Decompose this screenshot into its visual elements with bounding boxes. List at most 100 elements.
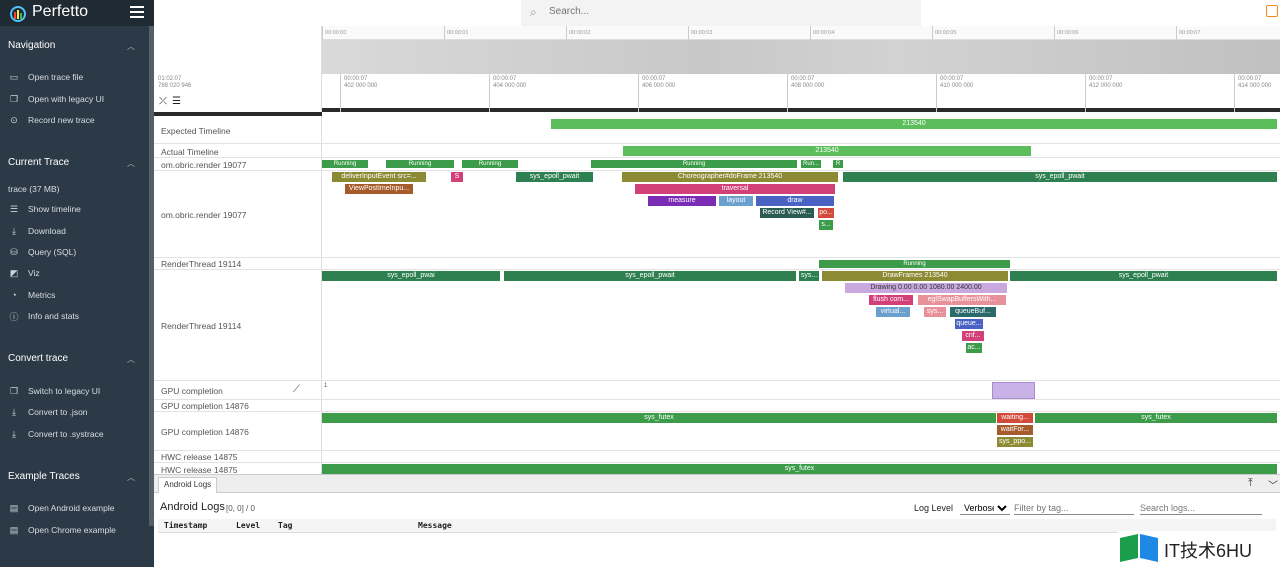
slice-futex[interactable]: sys_futex <box>322 413 996 423</box>
slice-sys-ppoll[interactable]: sys_ppo... <box>997 437 1033 447</box>
track-renderthread-state[interactable]: RenderThread 19114 <box>161 259 241 269</box>
sidebar: Perfetto Navigation ︿ ▭ Open trace file ❐… <box>0 0 154 567</box>
slice-runnable[interactable]: R <box>833 160 843 168</box>
slice-running[interactable]: Running <box>386 160 454 168</box>
sidebar-item-convert-json[interactable]: ⤓ Convert to .json <box>8 405 146 419</box>
slice-actual-frame[interactable]: 213540 <box>623 146 1031 156</box>
search-input[interactable] <box>549 6 849 17</box>
slice-deliver-input[interactable]: deliverInputEvent src=... <box>332 172 426 182</box>
slice-running[interactable]: Running <box>322 160 368 168</box>
slice-queuebuf[interactable]: queueBuf... <box>950 307 996 317</box>
search-icon: ⌕ <box>530 5 537 19</box>
slice-expected-frame[interactable]: 213540 <box>551 119 1277 129</box>
sidebar-item-open-legacy[interactable]: ❐ Open with legacy UI <box>8 92 146 106</box>
tab-android-logs[interactable]: Android Logs <box>158 477 218 493</box>
slice-epoll[interactable]: sys_epoll_pwait <box>516 172 593 182</box>
overview-tick: 00:00:03 <box>688 26 712 40</box>
slice-running[interactable]: Running <box>591 160 797 168</box>
section-title-current-trace[interactable]: Current Trace <box>8 157 69 168</box>
slice-epoll[interactable]: sys_epoll_pwait <box>504 271 796 281</box>
track-hwc-release-state[interactable]: HWC release 14875 <box>161 452 238 462</box>
track-gpu-completion[interactable]: GPU completion 14876 <box>161 427 249 437</box>
speed-icon: ◔ <box>11 290 17 300</box>
track-actual-timeline[interactable]: Actual Timeline <box>161 147 219 157</box>
column-level[interactable]: Level <box>236 521 260 530</box>
section-title-example-traces[interactable]: Example Traces <box>8 471 80 482</box>
slice-layout[interactable]: layout <box>719 196 753 206</box>
slice-waitfor[interactable]: waitFor... <box>997 425 1033 435</box>
slice-running[interactable]: Running <box>462 160 518 168</box>
track-main-thread-state[interactable]: om.obric.render 19077 <box>161 160 247 170</box>
filter-tag-input[interactable] <box>1014 501 1134 515</box>
column-tag[interactable]: Tag <box>278 521 292 530</box>
hamburger-menu-icon[interactable] <box>130 6 144 18</box>
search-logs-input[interactable] <box>1140 501 1262 515</box>
slice-waiting[interactable]: waiting... <box>997 413 1033 423</box>
overview-cpu-band[interactable] <box>322 40 1280 74</box>
chevron-up-icon[interactable]: ︿ <box>127 354 135 365</box>
maximize-panel-icon[interactable]: ⤒ <box>1248 477 1253 490</box>
chevron-up-icon[interactable]: ︿ <box>127 41 135 52</box>
slice-futex[interactable]: sys_futex <box>322 464 1277 474</box>
slice-egl-swap[interactable]: eglSwapBuffersWith... <box>918 295 1006 305</box>
sidebar-item-chrome-example[interactable]: ▤ Open Chrome example <box>8 523 146 537</box>
slice-sys[interactable]: sys... <box>799 271 819 281</box>
slice-record-view[interactable]: Record View#... <box>760 208 814 218</box>
row-separator <box>154 450 1280 451</box>
chevron-down-icon[interactable]: ﹀ <box>1268 477 1278 492</box>
track-gpu-completion-state[interactable]: GPU completion 14876 <box>161 401 249 411</box>
slice-epoll[interactable]: sys_epoll_pwai <box>322 271 500 281</box>
slice-drawframes[interactable]: DrawFrames 213540 <box>822 271 1008 281</box>
slice-traversal[interactable]: traversal <box>635 184 835 194</box>
slice-choreographer[interactable]: Choreographer#doFrame 213540 <box>622 172 838 182</box>
sidebar-item-viz[interactable]: ◩ Viz <box>8 266 146 280</box>
track-gpu-completion-counter[interactable]: GPU completion <box>161 386 223 396</box>
slice-epoll[interactable]: sys_epoll_pwait <box>843 172 1277 182</box>
feedback-icon[interactable] <box>1266 5 1278 17</box>
sidebar-item-download[interactable]: ⤓ Download <box>8 224 146 238</box>
slice-running[interactable]: Run... <box>801 160 821 168</box>
collapse-all-icon[interactable]: ⤫ <box>159 96 167 107</box>
gpu-counter-bar[interactable] <box>992 382 1035 399</box>
sidebar-item-switch-legacy[interactable]: ❐ Switch to legacy UI <box>8 384 146 398</box>
slice-s[interactable]: S <box>451 172 463 182</box>
sidebar-item-open-trace-file[interactable]: ▭ Open trace file <box>8 70 146 84</box>
sidebar-item-query-sql[interactable]: ⛁ Query (SQL) <box>8 245 146 259</box>
sidebar-item-metrics[interactable]: ◔ Metrics <box>8 288 146 302</box>
track-main-thread[interactable]: om.obric.render 19077 <box>161 210 247 220</box>
log-level-select[interactable]: Verbose <box>960 501 1010 515</box>
overview-tick: 00:00:07 <box>1176 26 1200 40</box>
slice-running[interactable]: Running <box>819 260 1010 268</box>
column-timestamp[interactable]: Timestamp <box>164 521 207 530</box>
slice-draw[interactable]: draw <box>756 196 834 206</box>
download-icon: ⤓ <box>12 225 16 236</box>
chevron-up-icon[interactable]: ︿ <box>127 472 135 483</box>
track-expected-timeline[interactable]: Expected Timeline <box>161 126 230 136</box>
sidebar-item-record-trace[interactable]: ⊙ Record new trace <box>8 113 146 127</box>
slice-virtual[interactable]: virtual... <box>876 307 910 317</box>
slice-s2[interactable]: s... <box>819 220 833 230</box>
slice-drawing[interactable]: Drawing 0.00 0.00 1080.00 2400.00 <box>845 283 1007 293</box>
slice-po[interactable]: po... <box>818 208 834 218</box>
slice-sys[interactable]: sys... <box>924 307 946 317</box>
section-title-navigation[interactable]: Navigation <box>8 40 55 51</box>
slice-ac[interactable]: ac... <box>966 343 982 353</box>
sidebar-item-convert-systrace[interactable]: ⤓ Convert to .systrace <box>8 427 146 441</box>
slice-queue[interactable]: queue... <box>955 319 983 329</box>
slice-cnf[interactable]: cnf... <box>962 331 984 341</box>
slice-epoll[interactable]: sys_epoll_pwait <box>1010 271 1277 281</box>
slice-flush[interactable]: flush com... <box>869 295 913 305</box>
sidebar-item-android-example[interactable]: ▤ Open Android example <box>8 501 146 515</box>
track-renderthread[interactable]: RenderThread 19114 <box>161 321 241 331</box>
section-title-convert-trace[interactable]: Convert trace <box>8 353 68 364</box>
chevron-up-icon[interactable]: ︿ <box>127 158 135 169</box>
slice-measure[interactable]: measure <box>648 196 716 206</box>
sidebar-item-show-timeline[interactable]: ☰ Show timeline <box>8 202 146 216</box>
sidebar-item-info-stats[interactable]: ⓘ Info and stats <box>8 309 146 323</box>
slice-viewpost[interactable]: ViewPostImeInpu... <box>345 184 413 194</box>
omnibox[interactable]: ⌕ <box>521 0 921 26</box>
slice-futex[interactable]: sys_futex <box>1035 413 1277 423</box>
column-message[interactable]: Message <box>418 521 452 530</box>
overview-timeline[interactable]: 00:00:00 00:00:01 00:00:02 00:00:03 00:00:04… <box>322 26 1280 74</box>
list-icon[interactable]: ☰ <box>172 96 181 107</box>
